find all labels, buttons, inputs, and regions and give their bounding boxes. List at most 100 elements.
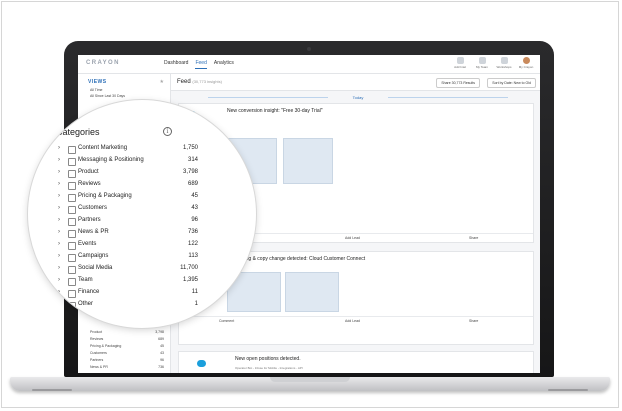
sidebar-category-item[interactable]: Customers 43 [90, 351, 166, 355]
category-checkbox[interactable] [68, 242, 76, 250]
card-thumbnail[interactable] [283, 138, 333, 184]
category-row[interactable]: › Social Media 11,700 [58, 265, 198, 276]
laptop-foot [548, 389, 588, 391]
card-title[interactable]: New conversion insight: "Free 30-day Tri… [227, 108, 323, 114]
chevron-right-icon[interactable]: › [58, 265, 60, 271]
category-label: Social Media [78, 265, 113, 271]
category-checkbox[interactable] [68, 278, 76, 286]
chevron-right-icon[interactable]: › [58, 253, 60, 259]
card-title[interactable]: New open positions detected. [235, 356, 301, 362]
sidebar-category-count: 96 [160, 358, 164, 362]
category-row[interactable]: › Campaigns 113 [58, 253, 198, 264]
sidebar-category-item[interactable]: Partners 96 [90, 358, 166, 362]
sidebar-category-item[interactable]: Product 3,798 [90, 330, 166, 334]
chevron-right-icon[interactable]: › [58, 145, 60, 151]
category-row[interactable]: › Finance 11 [58, 289, 198, 300]
sort-button[interactable]: Sort by Date: New to Old [487, 78, 536, 88]
sidebar-category-label: Reviews [90, 337, 104, 341]
sidebar-category-item[interactable]: Reviews 689 [90, 337, 166, 341]
workshops-icon [500, 57, 508, 64]
card-thumbnail[interactable] [285, 272, 339, 312]
chevron-right-icon[interactable]: › [58, 181, 60, 187]
category-checkbox[interactable] [68, 158, 76, 166]
chevron-right-icon[interactable]: › [58, 193, 60, 199]
chevron-right-icon[interactable]: › [58, 169, 60, 175]
nav-feed[interactable]: Feed [195, 60, 207, 69]
category-label: News & PR [78, 229, 109, 235]
category-checkbox[interactable] [68, 194, 76, 202]
category-checkbox[interactable] [68, 170, 76, 178]
chevron-right-icon[interactable]: › [58, 277, 60, 283]
nav-dashboard[interactable]: Dashboard [164, 60, 188, 69]
sidebar-category-item[interactable]: Pricing & Packaging 45 [90, 344, 166, 348]
category-row[interactable]: › Other 1 [58, 301, 198, 312]
category-count: 3,798 [182, 169, 198, 175]
category-checkbox[interactable] [68, 182, 76, 190]
add-intel-label: Add Intel [454, 65, 466, 69]
category-checkbox[interactable] [68, 254, 76, 262]
chevron-right-icon[interactable]: › [58, 289, 60, 295]
share-button[interactable]: Share [469, 319, 478, 323]
star-icon[interactable]: ★ [160, 79, 164, 85]
category-checkbox[interactable] [68, 290, 76, 298]
app-logo[interactable]: CRAYON [86, 60, 120, 66]
category-row[interactable]: › News & PR 736 [58, 229, 198, 240]
chevron-right-icon[interactable]: › [58, 217, 60, 223]
view-last-30-days[interactable]: All Since Last 30 Days [90, 94, 125, 98]
my-crayon-button[interactable]: My Crayon [518, 57, 534, 69]
feed-card[interactable]: New open positions detected. Operator Bo… [178, 351, 534, 373]
category-row[interactable]: › Events 122 [58, 241, 198, 252]
category-label: Campaigns [78, 253, 109, 259]
add-lead-button[interactable]: Add Lead [345, 236, 360, 240]
category-checkbox[interactable] [68, 302, 76, 310]
share-results-button[interactable]: Share 30,773 Results [436, 78, 480, 88]
category-label: Reviews [78, 181, 101, 187]
category-row[interactable]: › Pricing & Packaging 45 [58, 193, 198, 204]
nav-analytics[interactable]: Analytics [214, 60, 234, 69]
category-checkbox[interactable] [68, 218, 76, 226]
add-intel-button[interactable]: Add Intel [452, 57, 468, 69]
feed-title-text: Feed [177, 79, 191, 85]
sidebar-category-item[interactable]: News & PR 736 [90, 365, 166, 369]
category-row[interactable]: › Messaging & Positioning 314 [58, 157, 198, 168]
category-row[interactable]: › Content Marketing 1,750 [58, 145, 198, 156]
sidebar-category-count: 45 [160, 344, 164, 348]
category-count: 736 [187, 229, 198, 235]
chevron-right-icon[interactable]: › [58, 241, 60, 247]
category-label: Events [78, 241, 97, 247]
laptop-base [10, 377, 610, 391]
chevron-right-icon[interactable]: › [58, 301, 60, 307]
info-icon[interactable]: i [163, 127, 172, 136]
share-button[interactable]: Share [469, 236, 478, 240]
category-checkbox[interactable] [68, 206, 76, 214]
sidebar-category-label: News & PR [90, 365, 108, 369]
top-icons: Add Intel My Team Workshops My Crayon [452, 57, 534, 69]
my-crayon-label: My Crayon [518, 65, 534, 69]
category-row[interactable]: › Reviews 689 [58, 181, 198, 192]
nav-links: Dashboard Feed Analytics [164, 60, 234, 69]
feed-title: Feed (30,773 insights) [177, 79, 222, 85]
category-checkbox[interactable] [68, 266, 76, 274]
view-all-time[interactable]: All Time [90, 88, 102, 92]
category-count: 43 [191, 205, 198, 211]
category-row[interactable]: › Team 1,395 [58, 277, 198, 288]
add-lead-button[interactable]: Add Lead [345, 319, 360, 323]
category-checkbox[interactable] [68, 146, 76, 154]
chevron-right-icon[interactable]: › [58, 205, 60, 211]
laptop-notch [270, 377, 350, 382]
workshops-button[interactable]: Workshops [496, 57, 512, 69]
chevron-right-icon[interactable]: › [58, 157, 60, 163]
category-checkbox[interactable] [68, 230, 76, 238]
category-row[interactable]: › Customers 43 [58, 205, 198, 216]
category-label: Finance [78, 289, 100, 295]
category-row[interactable]: › Product 3,798 [58, 169, 198, 180]
card-title[interactable]: Messaging & copy change detected: Cloud … [227, 256, 365, 262]
chevron-right-icon[interactable]: › [58, 229, 60, 235]
sidebar-category-count: 689 [158, 337, 164, 341]
comment-button[interactable]: Comment [219, 319, 234, 323]
category-row[interactable]: › Partners 96 [58, 217, 198, 228]
category-count: 11,700 [180, 265, 198, 271]
sidebar-category-count: 43 [160, 351, 164, 355]
category-label: Pricing & Packaging [78, 193, 132, 199]
my-team-button[interactable]: My Team [474, 57, 490, 69]
